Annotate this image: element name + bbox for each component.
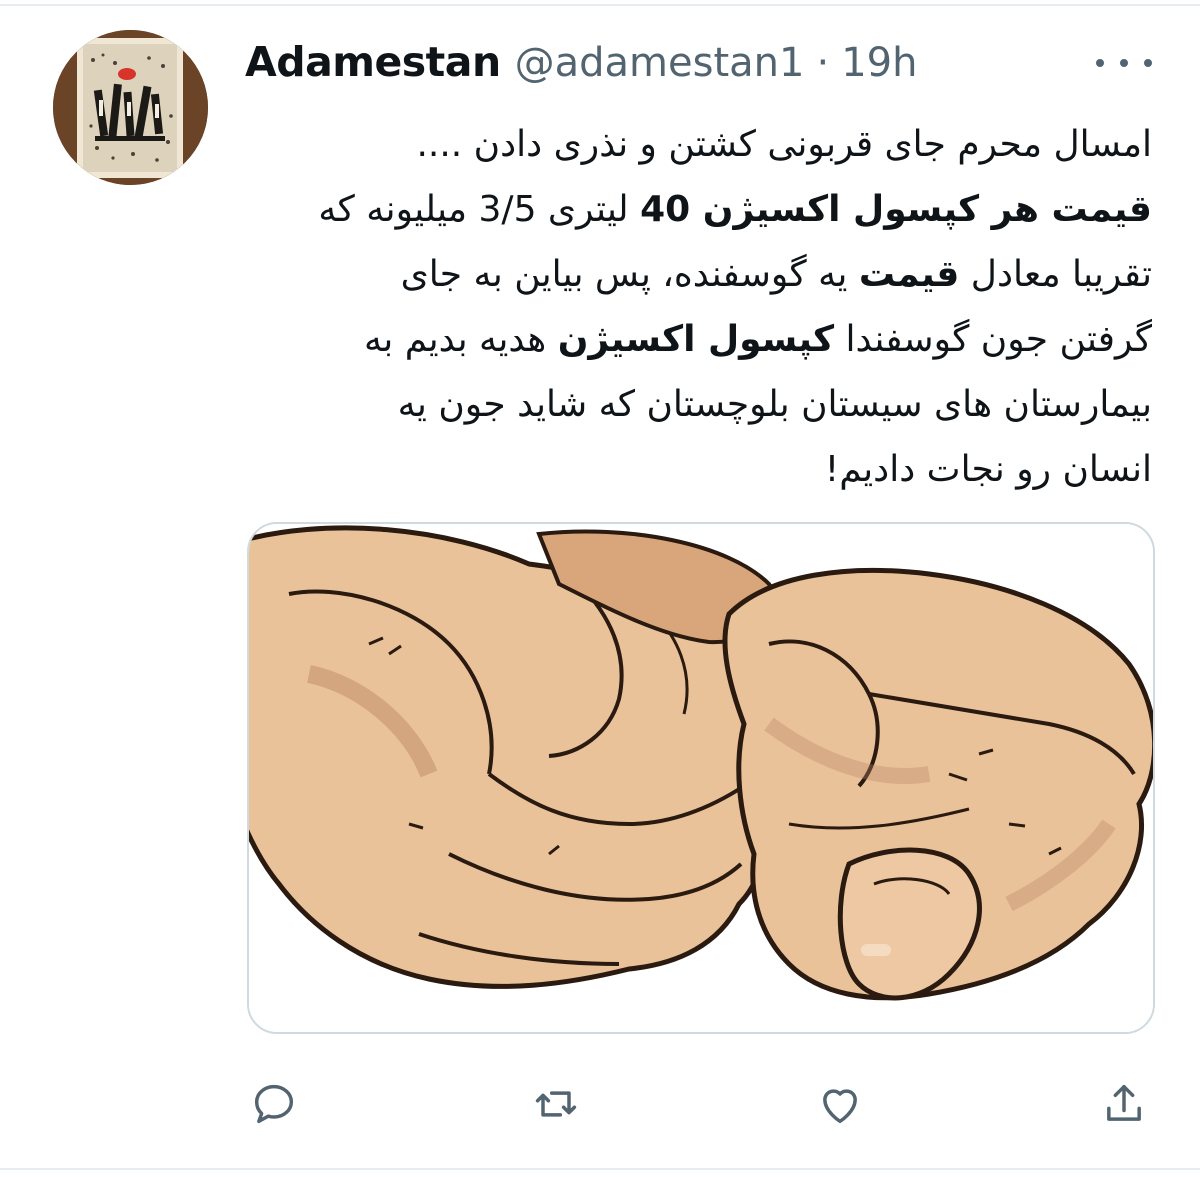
bold-text-run: قیمت	[858, 254, 960, 295]
text-run: بیمارستان های سیستان بلوچستان که شاید جو…	[397, 384, 1152, 425]
header-separator: ·	[816, 40, 830, 86]
more-dot-icon	[1096, 59, 1104, 67]
like-button[interactable]	[808, 1072, 872, 1136]
text-run: انسان رو نجات دادیم!	[824, 449, 1152, 490]
text-run: تقریبا معادل	[959, 254, 1152, 295]
tweet-text-line: گرفتن جون گوسفندا کپسول اکسیژن هدیه بدیم…	[240, 307, 1152, 372]
reply-icon	[254, 1084, 294, 1124]
more-dot-icon	[1144, 59, 1152, 67]
avatar-image	[53, 30, 208, 185]
bold-text-run: کپسول اکسیژن	[557, 319, 835, 360]
more-dot-icon	[1120, 59, 1128, 67]
display-name[interactable]: Adamestan	[245, 38, 501, 86]
user-handle[interactable]: @adamestan1	[515, 40, 805, 86]
tweet-header: Adamestan @adamestan1 · 19h	[245, 38, 917, 98]
bold-text-run: قیمت هر کپسول اکسیژن 40	[640, 189, 1152, 230]
share-button[interactable]	[1092, 1072, 1156, 1136]
tweet-timestamp[interactable]: 19h	[841, 40, 917, 86]
text-run: لیتری 3/5 میلیونه که	[318, 189, 641, 230]
top-divider	[0, 4, 1200, 6]
text-run: هدیه بدیم به	[363, 319, 558, 360]
bottom-divider	[0, 1168, 1200, 1170]
tweet-text-line: امسال محرم جای قربونی کشتن و نذری دادن .…	[240, 112, 1152, 177]
text-run: یه گوسفنده، پس بیاین به جای	[400, 254, 859, 295]
tweet-text: امسال محرم جای قربونی کشتن و نذری دادن .…	[240, 112, 1152, 502]
tweet-text-line: بیمارستان های سیستان بلوچستان که شاید جو…	[240, 372, 1152, 437]
reply-button[interactable]	[242, 1072, 306, 1136]
tweet-text-line: تقریبا معادل قیمت یه گوسفنده، پس بیاین ب…	[240, 242, 1152, 307]
tweet-actions	[0, 1072, 1200, 1136]
share-icon	[1107, 1084, 1141, 1121]
tweet-text-line: انسان رو نجات دادیم!	[240, 437, 1152, 502]
retweet-button[interactable]	[524, 1072, 588, 1136]
tweet-text-line: قیمت هر کپسول اکسیژن 40 لیتری 3/5 میلیون…	[240, 177, 1152, 242]
avatar[interactable]	[53, 30, 208, 185]
text-run: گرفتن جون گوسفندا	[834, 319, 1152, 360]
like-icon	[823, 1089, 857, 1124]
text-run: امسال محرم جای قربونی کشتن و نذری دادن .…	[416, 124, 1152, 165]
retweet-icon	[535, 1091, 577, 1117]
tweet-media[interactable]	[247, 522, 1155, 1034]
fist-bump-illustration-icon	[249, 524, 1153, 1032]
more-options-button[interactable]	[1096, 48, 1152, 78]
